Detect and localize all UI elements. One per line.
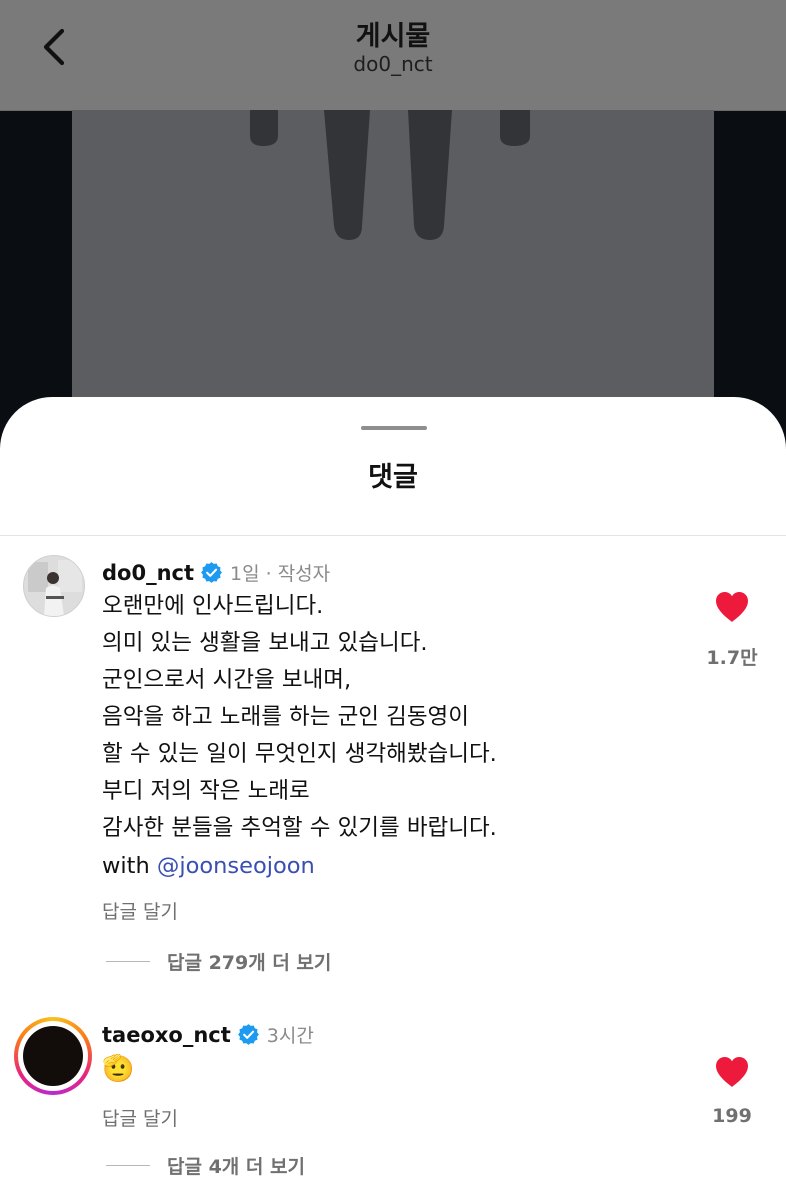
comment-meta: do0_nct 1일 · 작성자 xyxy=(102,559,330,586)
comment-text-line: 감사한 분들을 추억할 수 있기를 바랍니다. xyxy=(102,815,497,841)
verified-badge-icon xyxy=(237,1024,259,1045)
avatar xyxy=(23,1026,83,1086)
heart-icon[interactable] xyxy=(714,1055,750,1089)
page-title: 게시물 xyxy=(355,21,431,52)
reply-button[interactable]: 답글 달기 xyxy=(102,897,178,924)
mention-link[interactable]: @joonseojoon xyxy=(157,853,315,879)
comment-time: 1일 · 작성자 xyxy=(230,563,331,585)
post-header: 게시물 do0_nct xyxy=(0,0,786,111)
comment-text-line: with @joonseojoon xyxy=(102,851,315,881)
view-replies-button[interactable]: 답글 4개 더 보기 xyxy=(106,1152,305,1179)
heart-icon[interactable] xyxy=(714,590,750,624)
post-image[interactable] xyxy=(72,110,714,420)
comment-text-line: 군인으로서 시간을 보내며, xyxy=(102,667,352,693)
verified-badge-icon xyxy=(201,562,222,583)
comment-text-line: 의미 있는 생활을 보내고 있습니다. xyxy=(102,630,428,656)
view-replies-button[interactable]: 답글 279개 더 보기 xyxy=(106,948,331,975)
comment-username[interactable]: taeoxo_nct xyxy=(102,1023,231,1047)
divider xyxy=(0,535,786,536)
view-replies-label: 답글 4개 더 보기 xyxy=(167,1156,305,1178)
replies-line xyxy=(106,1165,150,1166)
like-count: 199 xyxy=(712,1105,752,1127)
comment-text-line: 할 수 있는 일이 무엇인지 생각해봤습니다. xyxy=(102,741,497,767)
replies-line xyxy=(106,961,150,962)
with-prefix: with xyxy=(102,853,157,879)
reply-button[interactable]: 답글 달기 xyxy=(102,1104,178,1131)
avatar[interactable] xyxy=(23,555,85,617)
avatar-photo xyxy=(24,556,84,616)
comment-text-line: 부디 저의 작은 노래로 xyxy=(102,778,310,804)
view-replies-label: 답글 279개 더 보기 xyxy=(167,952,332,974)
comment-username[interactable]: do0_nct xyxy=(102,561,194,585)
comment-text-line: 음악을 하고 노래를 하는 군인 김동영이 xyxy=(102,704,469,730)
comments-sheet: 댓글 do0_nct 1일 · 작성자 오랜만에 인사드립니다. 의미 있는 생… xyxy=(0,397,786,1200)
drag-handle[interactable] xyxy=(361,426,427,430)
comment-time: 3시간 xyxy=(266,1025,314,1047)
comment-text-line: 오랜만에 인사드립니다. xyxy=(102,593,324,619)
post-author-username: do0_nct xyxy=(353,52,433,76)
comment-meta: taeoxo_nct 3시간 xyxy=(102,1021,314,1048)
avatar-story-ring[interactable] xyxy=(14,1017,92,1095)
salute-emoji-icon: 🫡 xyxy=(102,1054,135,1084)
like-count: 1.7만 xyxy=(706,647,758,669)
post-image-art xyxy=(250,110,530,240)
comments-title: 댓글 xyxy=(368,462,418,493)
